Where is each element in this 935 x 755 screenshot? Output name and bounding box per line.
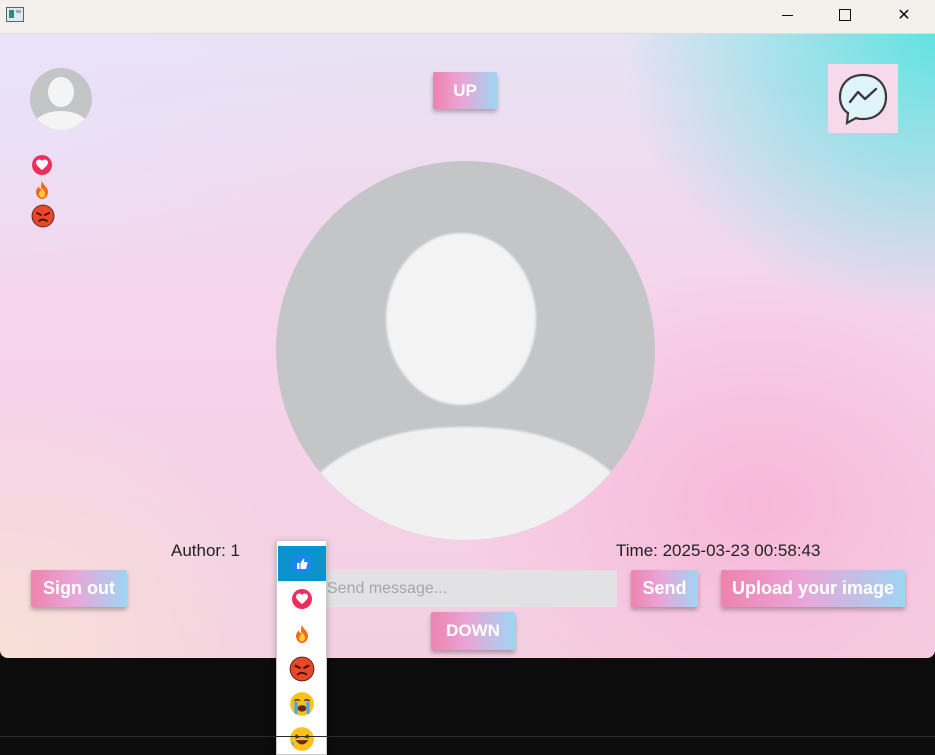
- reaction-menu: [276, 540, 327, 755]
- minimize-button[interactable]: [764, 0, 810, 30]
- reaction-option-heart[interactable]: [278, 581, 326, 616]
- down-button[interactable]: DOWN: [431, 612, 515, 650]
- angry-icon: [31, 204, 55, 228]
- reaction-option-fire[interactable]: [278, 616, 326, 651]
- fire-icon: [31, 179, 53, 201]
- crying-icon: [290, 691, 314, 716]
- author-label: Author: 1: [171, 541, 240, 560]
- like-icon: [292, 553, 312, 574]
- minimize-icon: [781, 14, 793, 16]
- avatar-body: [34, 111, 88, 130]
- close-icon: ✕: [897, 7, 911, 24]
- reaction-option-laughing[interactable]: [278, 721, 326, 754]
- post-image-head: [386, 233, 536, 405]
- heart-icon: [31, 154, 53, 176]
- heart-icon: [292, 588, 312, 609]
- title-bar: ✕: [0, 0, 935, 34]
- post-image: [276, 161, 655, 540]
- reaction-option-like[interactable]: [278, 546, 326, 581]
- user-avatar[interactable]: [30, 68, 92, 130]
- up-button[interactable]: UP: [433, 72, 497, 109]
- message-input[interactable]: [316, 570, 617, 607]
- app-icon: [6, 7, 24, 22]
- close-button[interactable]: ✕: [881, 0, 927, 30]
- angry-icon: [289, 656, 315, 681]
- taskbar-divider: [0, 736, 935, 737]
- post-image-body: [296, 427, 636, 540]
- messenger-button[interactable]: [828, 64, 898, 133]
- messenger-icon: [838, 73, 888, 125]
- upload-image-button[interactable]: Upload your image: [721, 570, 905, 607]
- reaction-option-angry[interactable]: [278, 651, 326, 686]
- laughing-icon: [290, 726, 314, 751]
- time-label: Time: 2025-03-23 00:58:43: [616, 541, 821, 560]
- fire-icon: [296, 624, 308, 643]
- sign-out-button[interactable]: Sign out: [31, 570, 127, 607]
- maximize-icon: [839, 9, 851, 21]
- reaction-option-crying[interactable]: [278, 686, 326, 721]
- maximize-button[interactable]: [822, 0, 868, 30]
- avatar-head: [48, 77, 74, 107]
- send-button[interactable]: Send: [631, 570, 698, 607]
